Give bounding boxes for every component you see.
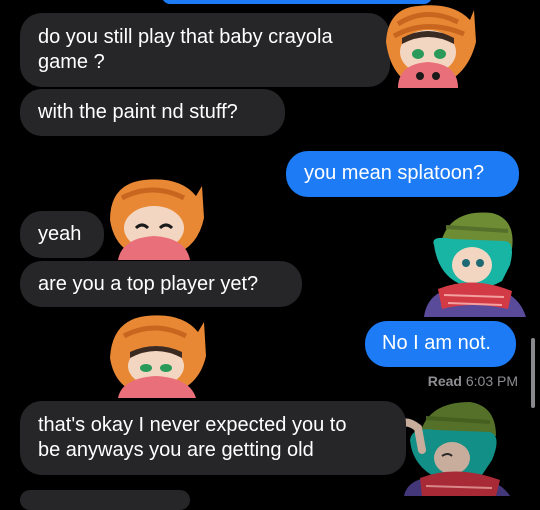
cat-hood-kid-sticker-1[interactable] [378, 2, 478, 90]
message-text: with the paint nd stuff? [38, 101, 238, 123]
read-receipt: Read 6:03 PM [428, 373, 518, 389]
message-text-line: that's okay I never expected you to [38, 414, 347, 436]
green-hat-kid-sticker-1[interactable] [412, 205, 530, 317]
partial-incoming-bubble [20, 490, 190, 510]
message-text-line: game ? [38, 51, 105, 73]
outgoing-message-2[interactable]: No I am not. [365, 321, 516, 367]
message-text: are you a top player yet? [38, 273, 259, 295]
message-text-line: be anyways you are getting old [38, 439, 314, 461]
message-text: yeah [38, 223, 82, 245]
outgoing-message-1[interactable]: you mean splatoon? [286, 151, 519, 197]
scrollbar[interactable] [531, 338, 535, 408]
incoming-message-1[interactable]: do you still play that baby crayola game… [20, 13, 390, 87]
incoming-message-3[interactable]: yeah [20, 211, 104, 258]
message-text-line: do you still play that baby crayola [38, 26, 333, 48]
message-text: you mean splatoon? [304, 162, 485, 184]
cat-hood-kid-sticker-2[interactable] [100, 176, 210, 260]
incoming-message-4[interactable]: are you a top player yet? [20, 261, 302, 307]
green-hat-kid-sticker-2[interactable] [392, 396, 528, 496]
read-time: 6:03 PM [465, 373, 518, 389]
read-label: Read [427, 373, 462, 389]
message-text: No I am not. [382, 332, 491, 354]
incoming-message-2[interactable]: with the paint nd stuff? [20, 89, 285, 136]
incoming-message-5[interactable]: that's okay I never expected you to be a… [20, 401, 406, 475]
cat-hood-kid-sticker-3[interactable] [100, 312, 218, 398]
